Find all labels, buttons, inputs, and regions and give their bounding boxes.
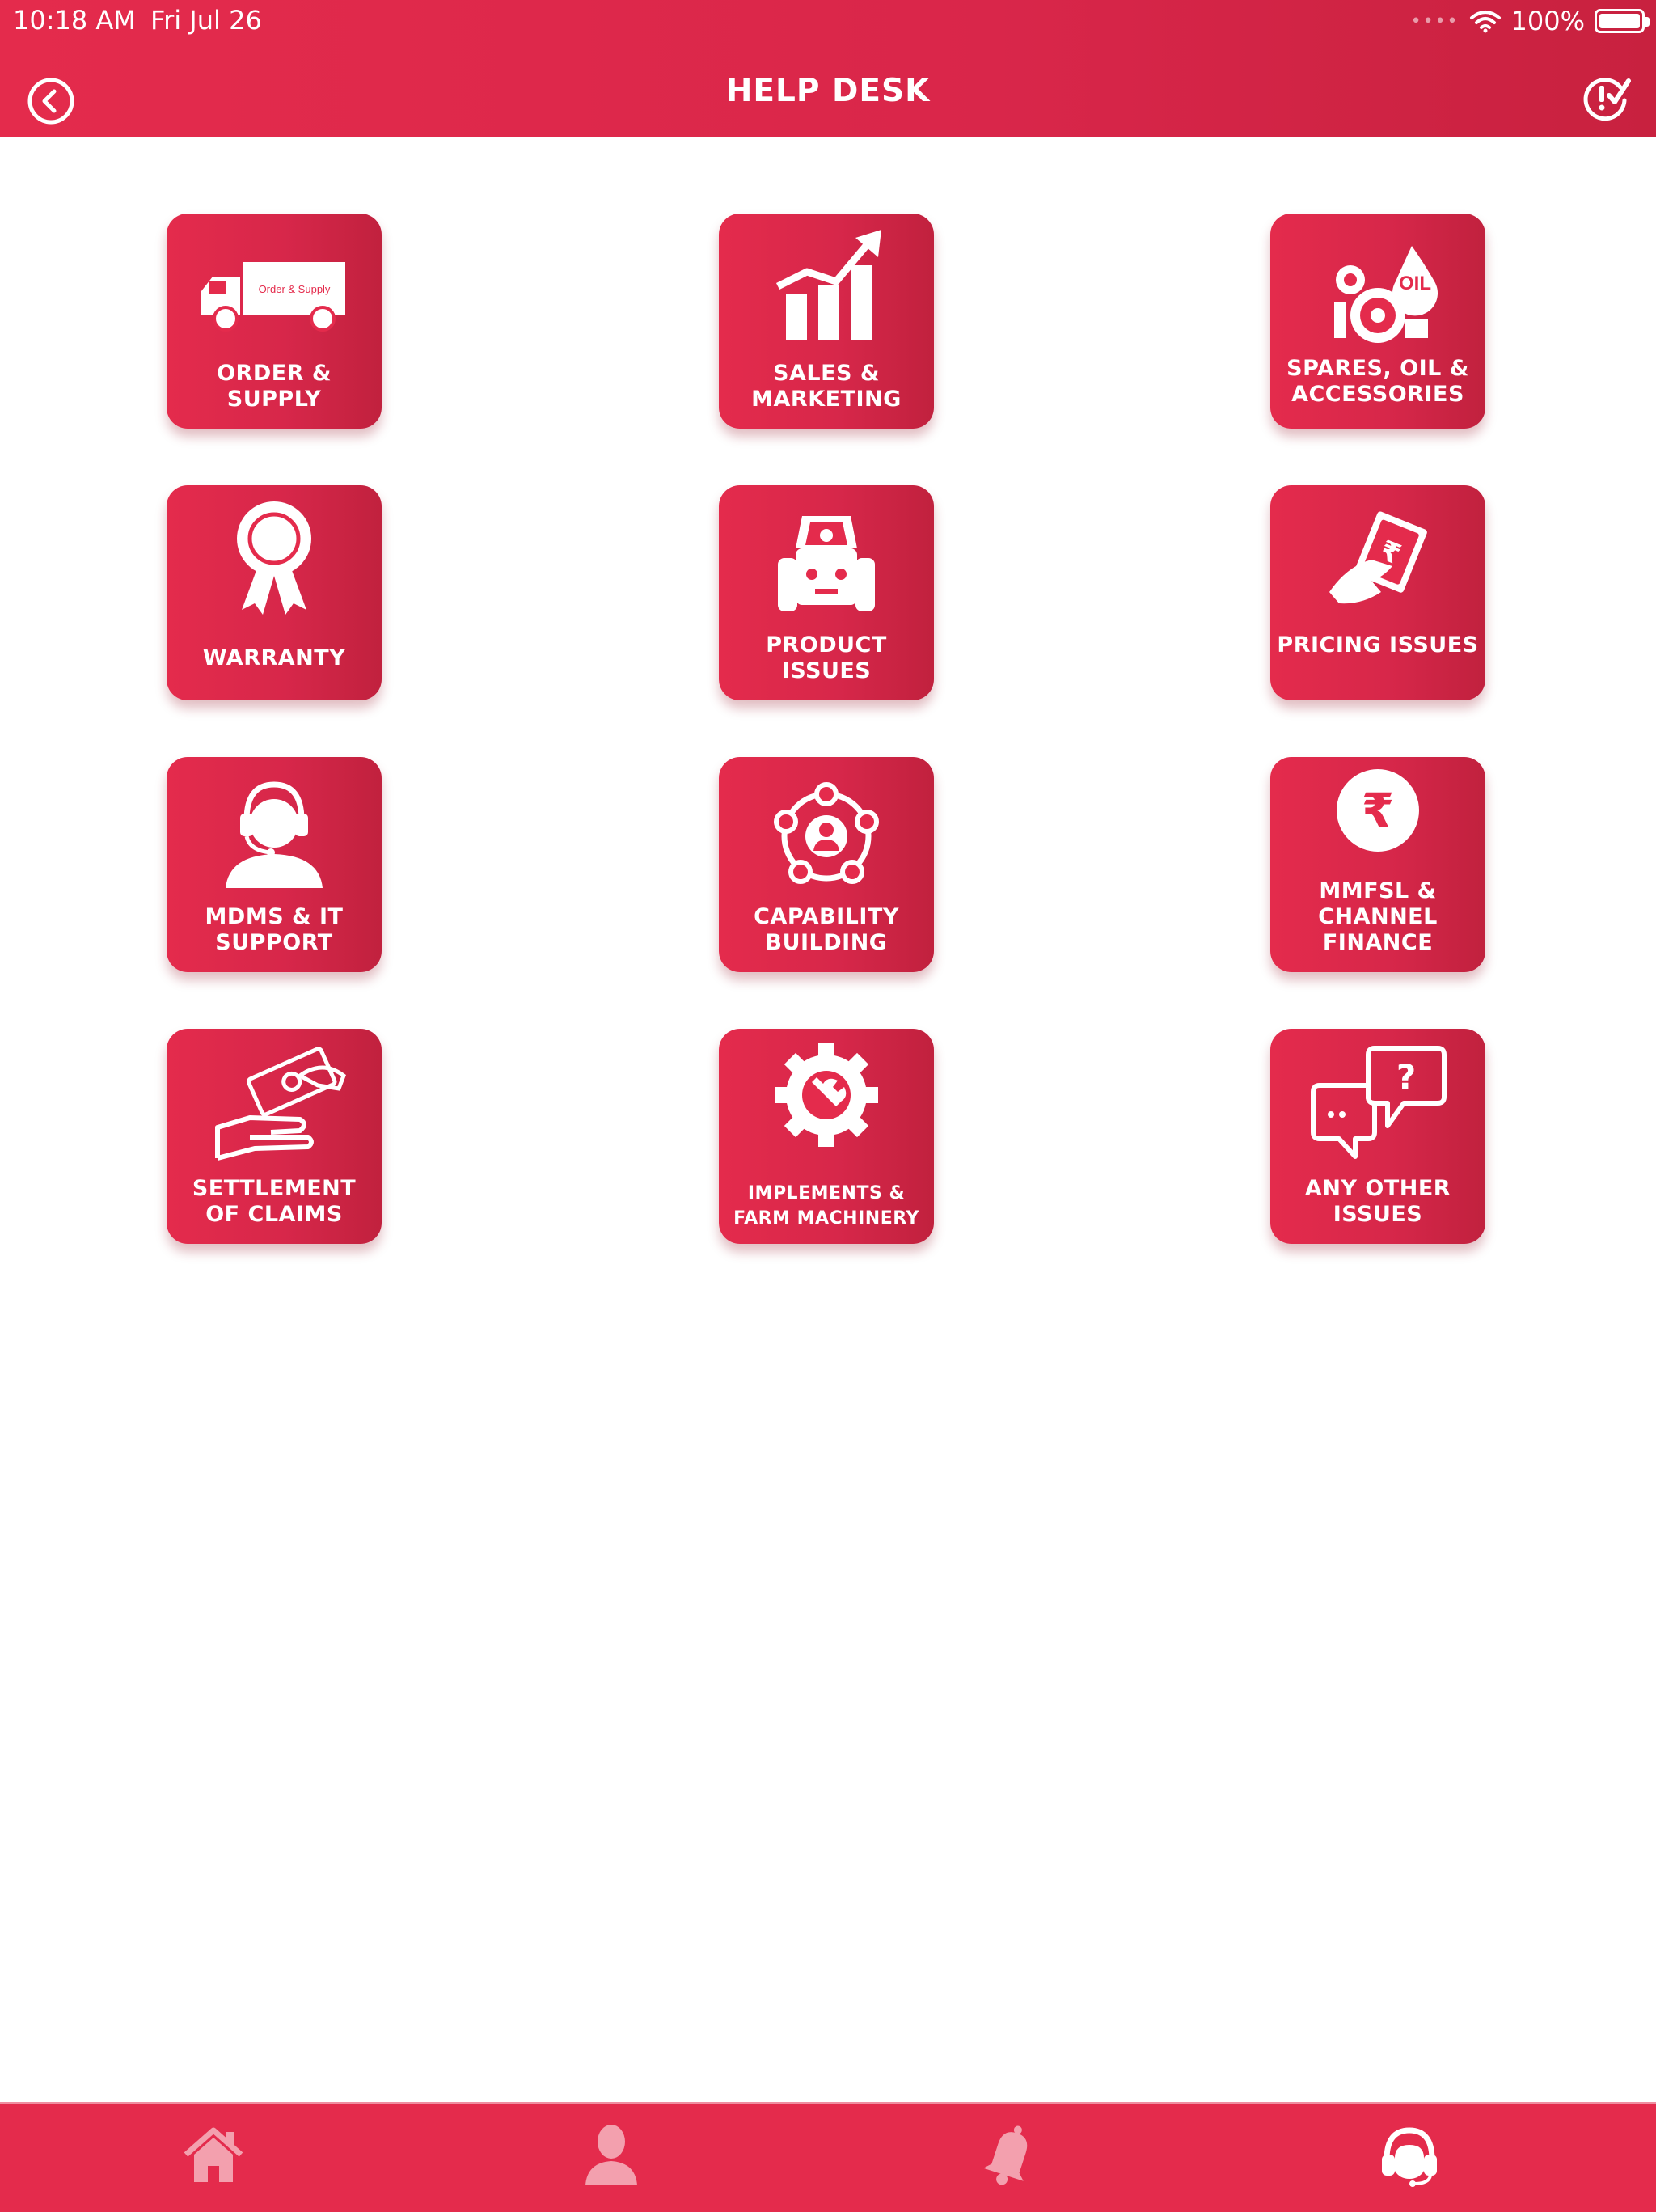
page-title: HELP DESK [725,73,931,109]
tab-help-desk[interactable] [1353,2104,1466,2212]
tile-label: MDMS & IT SUPPORT [205,904,344,955]
tile-label: CAPABILITY BUILDING [754,904,899,955]
tile-mdms-it-support[interactable]: MDMS & IT SUPPORT [167,757,382,972]
tile-warranty[interactable]: WARRANTY [167,485,382,700]
rupee-symbol: ₹ [1362,783,1394,838]
tile-label: IMPLEMENTS & FARM MACHINERY [733,1183,919,1229]
chat-question-icon: ? [1311,1046,1447,1159]
ticket-status-button[interactable] [1578,71,1632,125]
user-icon [585,2125,637,2185]
tile-label: PRICING ISSUES [1277,632,1479,658]
growth-chart-icon [775,230,881,340]
tile-product-issues[interactable]: PRODUCT ISSUES [719,485,934,700]
question-mark: ? [1396,1057,1416,1097]
ticket-status-icon [1583,78,1631,121]
network-people-icon [774,782,879,884]
battery-percent: 100% [1510,6,1585,36]
oil-text: OIL [1399,273,1431,294]
tile-label: PRODUCT ISSUES [766,632,887,683]
cash-in-hand-icon: ₹ [1329,511,1427,604]
tile-label: ORDER & SUPPLY [217,361,332,412]
tile-implements-farm-machinery[interactable]: IMPLEMENTS & FARM MACHINERY [719,1029,934,1244]
tile-order-supply[interactable]: Order & Supply ORDER & SUPPLY [167,214,382,429]
tile-label: ANY OTHER ISSUES [1304,1176,1451,1227]
tile-capability-building[interactable]: CAPABILITY BUILDING [719,757,934,972]
tile-label: SPARES, OIL & ACCESSORIES [1286,356,1469,407]
tile-label: WARRANTY [202,645,346,670]
tile-settlement-of-claims[interactable]: SETTLEMENT OF CLAIMS [167,1029,382,1244]
cellular-signal-icon: •••• [1410,11,1460,32]
tractor-icon [778,516,875,611]
status-date: Fri Jul 26 [150,5,262,36]
home-icon [184,2127,243,2182]
support-agent-icon [226,781,323,888]
headset-icon [1382,2127,1437,2187]
tile-spares-oil-accessories[interactable]: OIL SPARES, OIL & ACCESSORIES [1270,214,1485,429]
tile-sales-marketing[interactable]: SALES & MARKETING [719,214,934,429]
hand-money-icon [215,1047,346,1161]
bottom-navigation [0,2102,1656,2212]
tile-label: MMFSL & CHANNEL FINANCE [1318,878,1438,955]
gear-wrench-icon [775,1043,878,1147]
award-ribbon-icon [237,501,311,615]
bell-icon [983,2125,1028,2185]
tile-label: SETTLEMENT OF CLAIMS [192,1176,357,1227]
spares-oil-icon: OIL [1334,246,1438,343]
status-bar: 10:18 AM Fri Jul 26 •••• 100% [0,0,1656,42]
tab-home[interactable] [157,2104,270,2212]
tile-pricing-issues[interactable]: ₹ PRICING ISSUES [1270,485,1485,700]
battery-fill [1599,14,1640,28]
wifi-icon [1469,11,1501,33]
tab-notifications[interactable] [953,2104,1067,2212]
status-indicators: •••• 100% [1410,5,1650,37]
status-time: 10:18 AM [13,5,136,36]
top-app-bar: 10:18 AM Fri Jul 26 •••• 100% HELP DESK [0,0,1656,137]
tile-mmfsl-channel-finance[interactable]: ₹ MMFSL & CHANNEL FINANCE [1270,757,1485,972]
tile-label: SALES & MARKETING [751,361,902,412]
tab-profile[interactable] [555,2104,668,2212]
truck-text: Order & Supply [259,283,331,295]
delivery-truck-icon: Order & Supply [201,262,345,332]
rupee-coin-icon: ₹ [1337,769,1419,852]
battery-icon [1595,9,1650,33]
tile-any-other-issues[interactable]: ? ANY OTHER ISSUES [1270,1029,1485,1244]
